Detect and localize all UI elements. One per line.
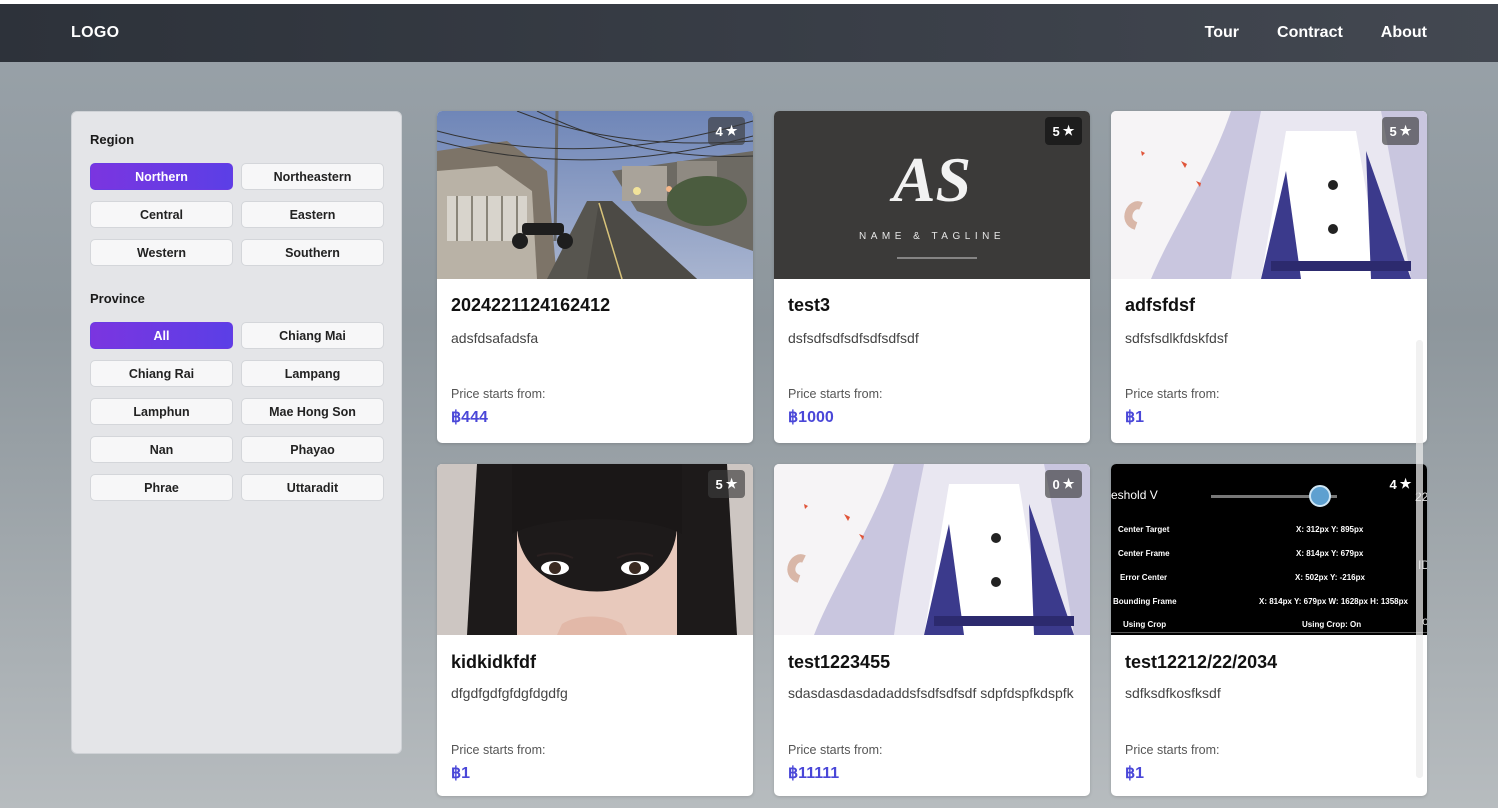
price-value: ฿11111 bbox=[788, 765, 840, 782]
debug-row-value: X: 814px Y: 679px W: 1628px H: 1358px bbox=[1259, 597, 1408, 606]
star-icon: ★ bbox=[1399, 476, 1412, 491]
price-label: Price starts from: bbox=[1125, 743, 1220, 757]
debug-row-key: Error Center bbox=[1120, 573, 1168, 582]
tour-image-debug[interactable]: eshold V 22 ID o Center Target X: 312px … bbox=[1111, 464, 1427, 635]
province-button-lampang[interactable]: Lampang bbox=[241, 360, 384, 387]
region-button-eastern[interactable]: Eastern bbox=[241, 201, 384, 228]
debug-row-key: Bounding Frame bbox=[1113, 597, 1177, 606]
debug-divider bbox=[1111, 632, 1427, 633]
scrollbar-thumb[interactable] bbox=[1416, 340, 1423, 778]
filter-sidebar: Region Northern Northeastern Central Eas… bbox=[71, 111, 402, 754]
price-value: ฿444 bbox=[451, 409, 488, 426]
tour-title[interactable]: test3 bbox=[788, 295, 830, 316]
nav-link-about[interactable]: About bbox=[1381, 24, 1427, 42]
nav-links: Tour Contract About bbox=[1205, 24, 1427, 42]
tour-card[interactable]: AS NAME & TAGLINE 5 ★ test3 dsfsdfsdfsdfs… bbox=[774, 111, 1090, 443]
tour-image-street[interactable]: 4 ★ bbox=[437, 111, 753, 279]
rating-badge: 0 ★ bbox=[1045, 470, 1082, 498]
rating-badge: 5 ★ bbox=[1382, 117, 1419, 145]
tour-image-anime[interactable]: 5 ★ bbox=[1111, 111, 1427, 279]
debug-row-value: Using Crop: On bbox=[1302, 620, 1362, 629]
tour-card[interactable]: 5 ★ adfsfdsf sdfsfsdlkfdskfdsf Price star… bbox=[1111, 111, 1427, 443]
tour-description: sdfksdfkosfksdf bbox=[1125, 685, 1221, 701]
province-button-phayao[interactable]: Phayao bbox=[241, 436, 384, 463]
price-label: Price starts from: bbox=[1125, 387, 1220, 401]
tour-image-anime[interactable]: 0 ★ bbox=[774, 464, 1090, 635]
price-value: ฿1 bbox=[1125, 765, 1145, 782]
tour-card[interactable]: 0 ★ test1223455 sdasdasdasdadaddsfsdfsdfs… bbox=[774, 464, 1090, 796]
nav-link-contract[interactable]: Contract bbox=[1277, 24, 1343, 42]
star-icon: ★ bbox=[1062, 123, 1075, 138]
rating-badge: 5 ★ bbox=[708, 470, 745, 498]
region-button-northeastern[interactable]: Northeastern bbox=[241, 163, 384, 190]
rating-value: 0 bbox=[1052, 476, 1060, 492]
province-button-mae-hong-son[interactable]: Mae Hong Son bbox=[241, 398, 384, 425]
star-icon: ★ bbox=[1399, 123, 1412, 138]
nav-link-tour[interactable]: Tour bbox=[1205, 24, 1239, 42]
rating-badge: 5 ★ bbox=[1045, 117, 1082, 145]
tour-description: adsfdsafadsfa bbox=[451, 330, 539, 346]
tour-card[interactable]: 5 ★ kidkidkfdf dfgdfgdfgfdgfdgdfg Price s… bbox=[437, 464, 753, 796]
province-button-group: All Chiang Mai Chiang Rai Lampang Lamphu… bbox=[90, 322, 384, 501]
rating-value: 5 bbox=[715, 476, 723, 492]
debug-slider-thumb bbox=[1309, 485, 1331, 507]
province-button-phrae[interactable]: Phrae bbox=[90, 474, 233, 501]
region-button-northern[interactable]: Northern bbox=[90, 163, 233, 190]
province-button-uttaradit[interactable]: Uttaradit bbox=[241, 474, 384, 501]
top-navbar: LOGO Tour Contract About bbox=[0, 4, 1498, 62]
province-button-nan[interactable]: Nan bbox=[90, 436, 233, 463]
tour-image-portrait[interactable]: 5 ★ bbox=[437, 464, 753, 635]
region-button-central[interactable]: Central bbox=[90, 201, 233, 228]
rating-badge: 4 ★ bbox=[1382, 470, 1419, 498]
rating-value: 4 bbox=[715, 123, 723, 139]
province-button-all[interactable]: All bbox=[90, 322, 233, 349]
tour-description: dfgdfgdfgfdgfdgdfg bbox=[451, 685, 568, 701]
tour-card[interactable]: eshold V 22 ID o Center Target X: 312px … bbox=[1111, 464, 1427, 796]
debug-slider-label: eshold V bbox=[1111, 488, 1158, 502]
price-value: ฿1000 bbox=[788, 409, 834, 426]
price-label: Price starts from: bbox=[451, 387, 546, 401]
debug-row-value: X: 502px Y: -216px bbox=[1295, 573, 1365, 582]
star-icon: ★ bbox=[1062, 476, 1075, 491]
rating-value: 5 bbox=[1389, 123, 1397, 139]
region-button-southern[interactable]: Southern bbox=[241, 239, 384, 266]
tour-description: sdasdasdasdadaddsfsdfsdfsdf sdpfdspfkdsp… bbox=[788, 685, 1074, 701]
tour-description: dsfsdfsdfsdfsdfsdfsdf bbox=[788, 330, 919, 346]
province-button-lamphun[interactable]: Lamphun bbox=[90, 398, 233, 425]
debug-row-value: X: 312px Y: 895px bbox=[1296, 525, 1364, 534]
tour-title[interactable]: test1223455 bbox=[788, 652, 890, 673]
rating-value: 5 bbox=[1052, 123, 1060, 139]
tour-description: sdfsfsdlkfdskfdsf bbox=[1125, 330, 1228, 346]
price-value: ฿1 bbox=[451, 765, 471, 782]
price-label: Price starts from: bbox=[451, 743, 546, 757]
tour-title[interactable]: kidkidkfdf bbox=[451, 652, 536, 673]
region-button-western[interactable]: Western bbox=[90, 239, 233, 266]
price-label: Price starts from: bbox=[788, 387, 883, 401]
logo-tagline-text: NAME & TAGLINE bbox=[859, 231, 1005, 242]
province-button-chiang-rai[interactable]: Chiang Rai bbox=[90, 360, 233, 387]
debug-row-value: X: 814px Y: 679px bbox=[1296, 549, 1364, 558]
tour-title[interactable]: test12212/22/2034 bbox=[1125, 652, 1277, 673]
price-label: Price starts from: bbox=[788, 743, 883, 757]
region-heading: Region bbox=[90, 132, 135, 147]
star-icon: ★ bbox=[725, 123, 738, 138]
rating-value: 4 bbox=[1389, 476, 1397, 492]
debug-row-key: Center Frame bbox=[1118, 549, 1170, 558]
star-icon: ★ bbox=[725, 476, 738, 491]
debug-row-key: Center Target bbox=[1118, 525, 1170, 534]
tour-card[interactable]: 4 ★ 2024221124162412 adsfdsafadsfa Price … bbox=[437, 111, 753, 443]
province-heading: Province bbox=[90, 291, 145, 306]
tour-title[interactable]: adfsfdsf bbox=[1125, 295, 1195, 316]
tour-image-logo[interactable]: AS NAME & TAGLINE 5 ★ bbox=[774, 111, 1090, 279]
tour-title[interactable]: 2024221124162412 bbox=[451, 295, 610, 316]
price-value: ฿1 bbox=[1125, 409, 1145, 426]
site-logo[interactable]: LOGO bbox=[71, 24, 119, 42]
province-button-chiang-mai[interactable]: Chiang Mai bbox=[241, 322, 384, 349]
debug-row-key: Using Crop bbox=[1123, 620, 1167, 629]
rating-badge: 4 ★ bbox=[708, 117, 745, 145]
logo-mark-text: AS bbox=[889, 144, 971, 215]
region-button-group: Northern Northeastern Central Eastern We… bbox=[90, 163, 384, 266]
